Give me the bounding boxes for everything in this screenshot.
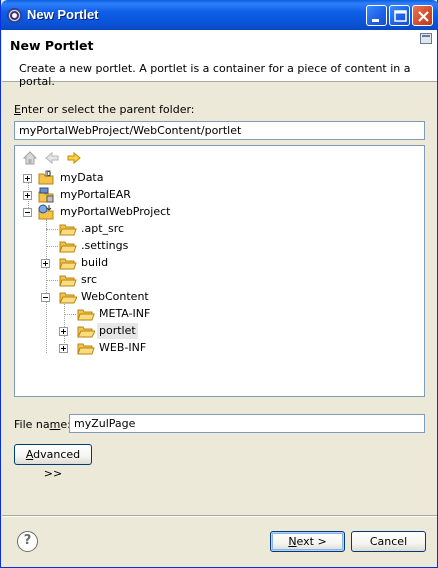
window-title: New Portlet [27, 7, 99, 22]
project-icon: D [38, 170, 54, 185]
tree-item-label: .apt_src [81, 222, 125, 235]
next-button[interactable]: Next > [270, 531, 345, 552]
folder-icon [59, 258, 77, 270]
forward-arrow-icon[interactable] [65, 149, 83, 167]
folder-icon [59, 224, 77, 236]
next-label: ext > [296, 535, 327, 548]
ear-project-icon [38, 187, 54, 203]
advanced-label: dvanced >> [33, 448, 81, 480]
expand-icon[interactable] [41, 259, 50, 268]
tree-line [46, 246, 58, 247]
file-name-label-a: File na [14, 418, 50, 431]
folder-icon [77, 343, 95, 355]
tree-item-label: build [81, 256, 109, 269]
close-button[interactable] [412, 5, 433, 26]
parent-folder-mnemonic: E [14, 103, 21, 116]
maximize-icon [394, 10, 407, 22]
tree-item-label: .settings [81, 239, 129, 252]
tree-line [46, 280, 58, 281]
maximize-button[interactable] [389, 5, 410, 26]
page-title: New Portlet [10, 38, 94, 53]
open-folder-icon [59, 292, 77, 304]
expand-icon[interactable] [23, 174, 32, 183]
file-name-input[interactable] [69, 414, 425, 433]
title-bar[interactable]: New Portlet [1, 0, 438, 30]
tree-line [46, 219, 47, 353]
cancel-button[interactable]: Cancel [351, 531, 426, 552]
tree-item-label: WebContent [81, 290, 149, 303]
folder-icon [77, 309, 95, 321]
svg-text:D: D [47, 172, 51, 178]
tree-item-label: myPortalEAR [60, 188, 131, 201]
footer-separator [2, 515, 437, 517]
tree-item-label: META-INF [99, 307, 151, 320]
advanced-button[interactable]: Advanced >> [14, 444, 92, 480]
expand-icon[interactable] [59, 344, 68, 353]
close-icon [418, 11, 429, 22]
tree-item-label: myPortalWebProject [60, 205, 171, 218]
collapse-icon[interactable] [23, 208, 32, 217]
tree-line [46, 229, 58, 230]
help-icon[interactable]: ? [17, 531, 38, 552]
web-project-icon [38, 204, 54, 220]
file-name-label: File name: [14, 418, 71, 431]
next-mnemonic: N [288, 535, 297, 548]
home-icon[interactable] [21, 149, 39, 167]
open-folder-icon [77, 326, 95, 338]
tree-item-label: portlet [97, 323, 138, 339]
folder-icon [59, 275, 77, 287]
new-portlet-dialog: New Portlet New Portlet Create a new por… [0, 0, 438, 568]
parent-folder-label-text: nter or select the parent folder: [20, 103, 195, 116]
page-description: Create a new portlet. A portlet is a con… [19, 62, 411, 88]
expand-icon[interactable] [59, 327, 68, 336]
tree-item-label: src [81, 273, 98, 286]
minimize-button[interactable] [366, 5, 387, 26]
parent-folder-input[interactable] [14, 121, 425, 140]
back-arrow-icon[interactable] [43, 149, 61, 167]
collapse-icon[interactable] [41, 293, 50, 302]
folder-tree[interactable]: D myData myPortalEAR myPortalWebProject [14, 145, 425, 397]
folder-icon [59, 241, 77, 253]
file-name-mnemonic: m [49, 418, 61, 431]
wizard-banner-icon [420, 33, 432, 44]
wizard-header: New Portlet Create a new portlet. A port… [2, 30, 437, 88]
tree-line [64, 314, 76, 315]
tree-item-label: WEB-INF [99, 341, 147, 354]
parent-folder-label: Enter or select the parent folder: [14, 103, 195, 116]
minimize-icon [372, 19, 379, 22]
eclipse-icon [7, 8, 22, 23]
expand-icon[interactable] [23, 191, 32, 200]
tree-item-label: myData [60, 171, 104, 184]
